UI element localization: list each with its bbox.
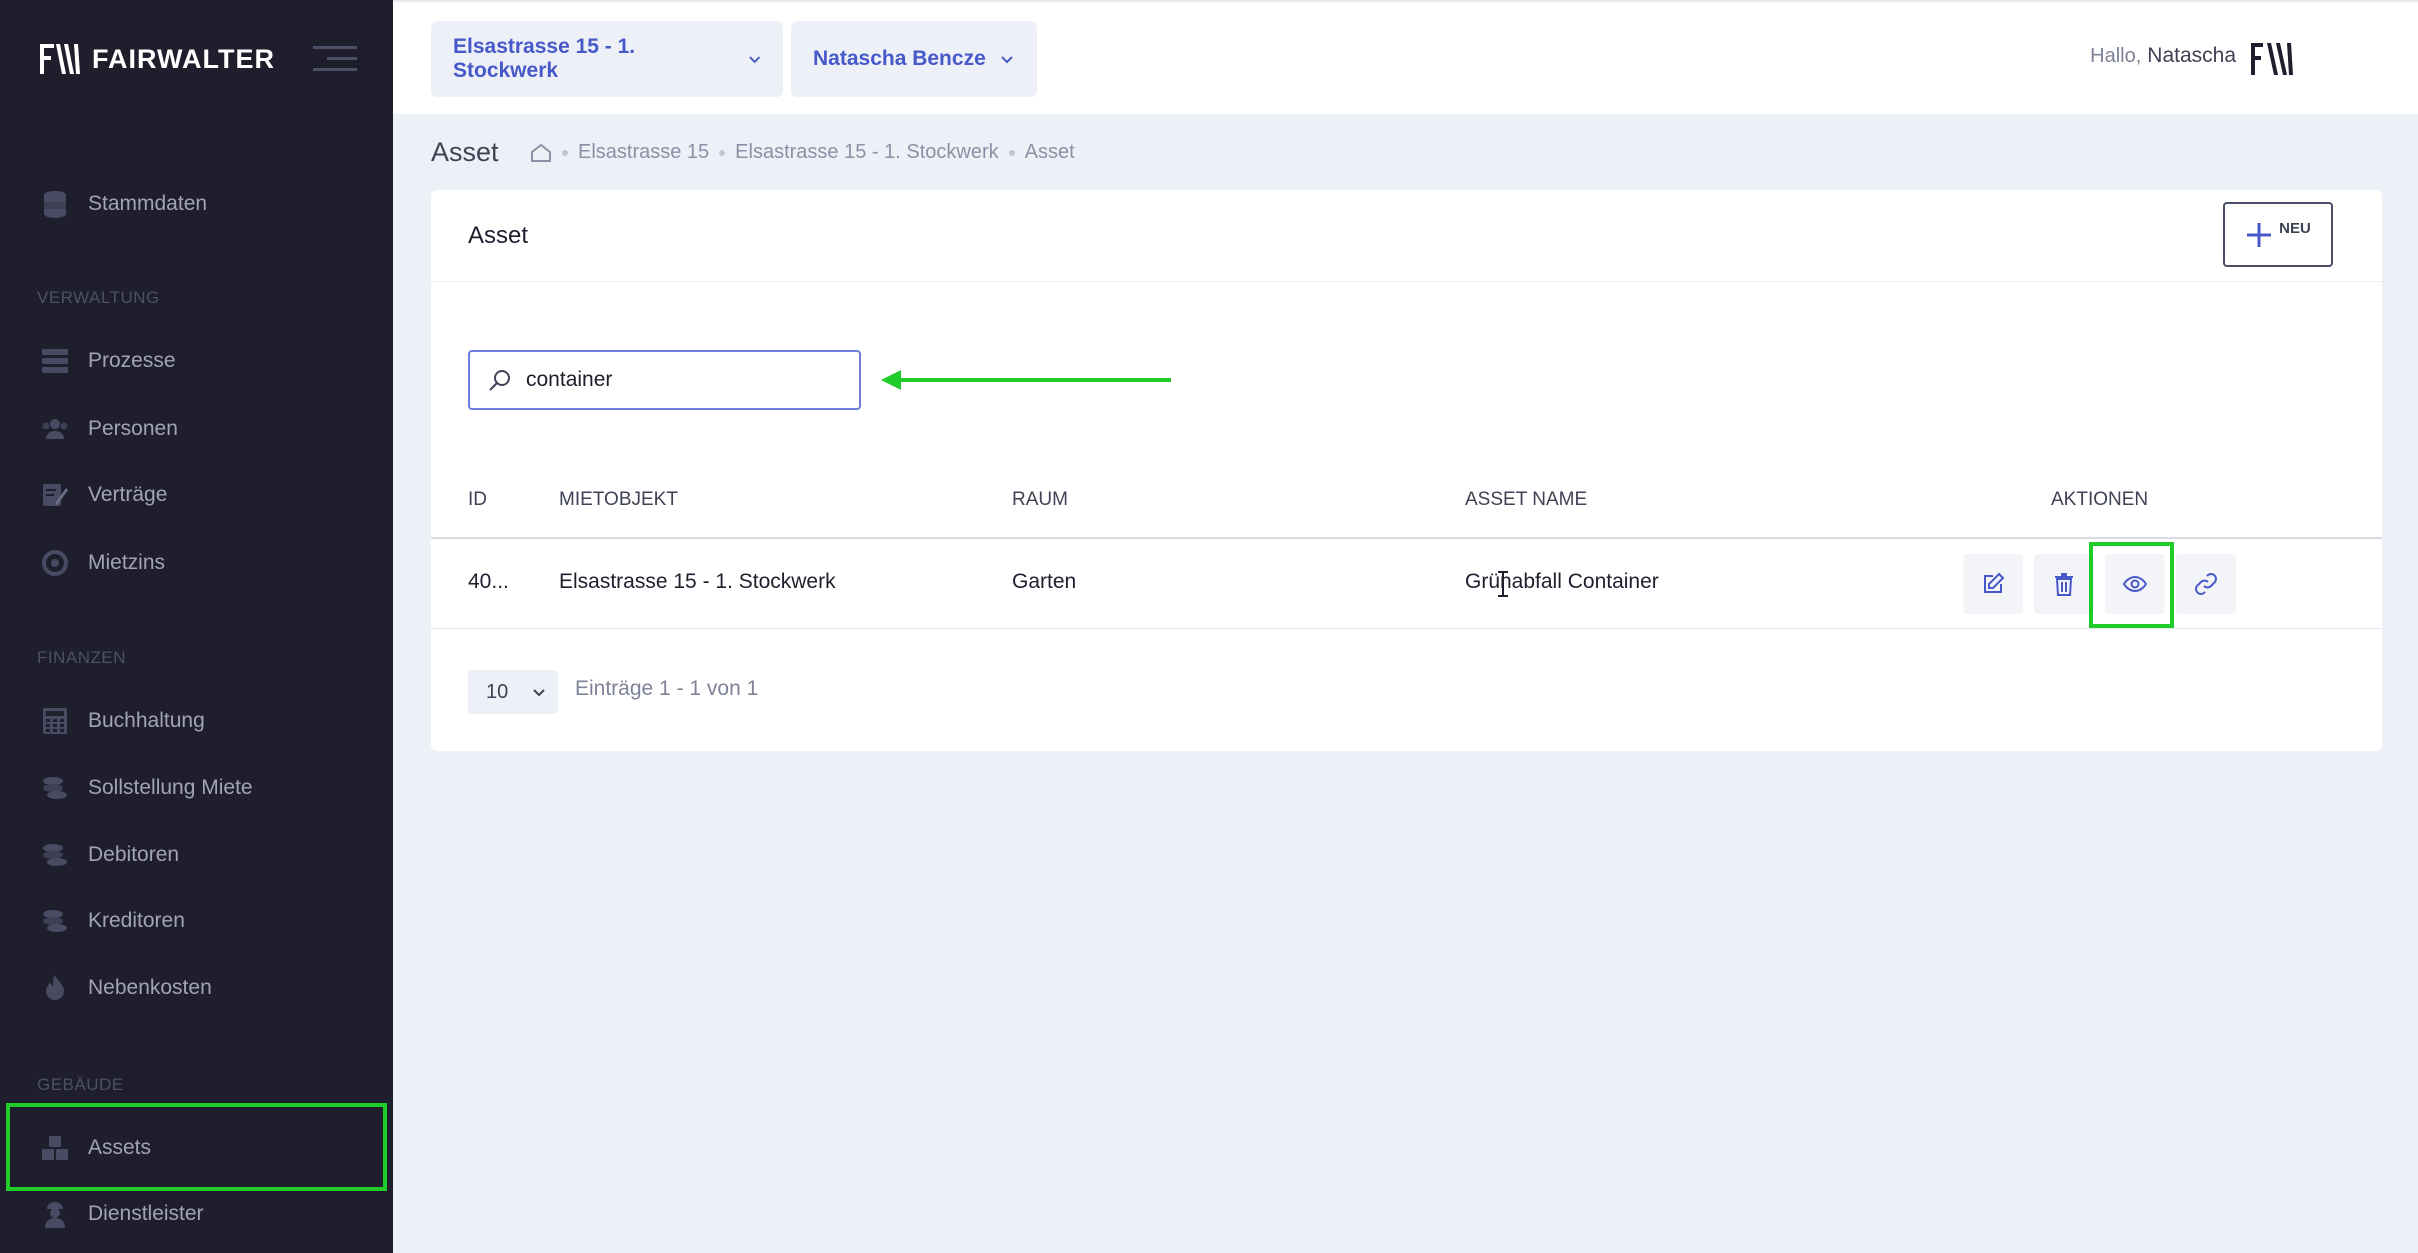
- property-select[interactable]: Elsastrasse 15 - 1. Stockwerk: [431, 21, 783, 97]
- cell-asset-name: Grünabfall Container: [1465, 570, 1659, 593]
- search-input[interactable]: [526, 368, 826, 392]
- greeting-text: Hallo,: [2090, 45, 2142, 67]
- cell-raum: Garten: [1012, 570, 1077, 593]
- contract-icon: [40, 480, 70, 510]
- sidebar-item-prozesse[interactable]: Prozesse: [0, 331, 393, 391]
- column-header-id[interactable]: ID: [468, 489, 487, 511]
- sidebar-item-label: Personen: [88, 417, 178, 440]
- assets-highlight-box: [6, 1103, 387, 1191]
- sidebar-item-label: Prozesse: [88, 349, 176, 372]
- cell-id: 40...: [468, 570, 509, 593]
- edit-icon: [1984, 572, 2005, 593]
- card-header: Asset NEU: [431, 190, 2382, 282]
- plus-icon: [2247, 222, 2272, 247]
- column-header-asset-name[interactable]: Asset Name: [1465, 489, 1587, 511]
- sidebar-item-dienstleister[interactable]: Dienstleister: [0, 1184, 393, 1244]
- sidebar-item-label: Mietzins: [88, 551, 166, 574]
- sidebar-item-vertraege[interactable]: Verträge: [0, 465, 393, 525]
- breadcrumb-item[interactable]: Elsastrasse 15 - 1. Stockwerk: [735, 141, 998, 164]
- new-button[interactable]: NEU: [2223, 202, 2333, 267]
- sidebar-item-label: Sollstellung Miete: [88, 776, 253, 799]
- chevron-down-icon: [748, 56, 760, 64]
- breadcrumb-separator: [562, 149, 568, 156]
- breadcrumb-separator: [719, 149, 726, 156]
- sidebar-item-sollstellung-miete[interactable]: Sollstellung Miete: [0, 758, 393, 818]
- chevron-down-icon: [1001, 56, 1013, 64]
- column-header-aktionen: Aktionen: [2051, 489, 2149, 510]
- column-header-raum[interactable]: Raum: [1012, 489, 1068, 511]
- sidebar-item-mietzins[interactable]: Mietzins: [0, 533, 393, 593]
- sidebar-item-label: Buchhaltung: [88, 709, 205, 732]
- user-avatar-icon[interactable]: [2251, 40, 2297, 78]
- pagination-info: Einträge 1 - 1 von 1: [575, 677, 759, 700]
- logo[interactable]: FAIRWALTER: [40, 42, 275, 76]
- sidebar-item-label: Stammdaten: [88, 192, 208, 215]
- users-icon: [40, 414, 70, 444]
- table-row-divider: [431, 628, 2382, 629]
- edit-button[interactable]: [1963, 554, 2023, 614]
- cell-mietobjekt: Elsastrasse 15 - 1. Stockwerk: [559, 570, 836, 593]
- user-name: Natascha: [2147, 44, 2236, 67]
- page-title: Asset: [431, 137, 499, 167]
- sidebar-item-label: Kreditoren: [88, 909, 185, 932]
- database-icon: [40, 189, 70, 219]
- asset-card: Asset NEU ID Mietobjekt Raum Asset Name …: [431, 190, 2382, 751]
- sidebar-item-kreditoren[interactable]: Kreditoren: [0, 891, 393, 951]
- breadcrumb-separator: [1008, 149, 1015, 156]
- coins-icon: [40, 906, 70, 936]
- view-highlight-box: [2089, 542, 2174, 628]
- sidebar-item-label: Verträge: [88, 483, 168, 506]
- sidebar-item-personen[interactable]: Personen: [0, 399, 393, 459]
- search-field[interactable]: [468, 350, 861, 410]
- table-header-divider: [431, 537, 2382, 539]
- sidebar-item-buchhaltung[interactable]: Buchhaltung: [0, 691, 393, 751]
- person-select[interactable]: Natascha Bencze: [791, 21, 1037, 97]
- green-arrow-annotation: [881, 370, 1171, 390]
- coins-icon: [40, 840, 70, 870]
- sidebar-item-nebenkosten[interactable]: Nebenkosten: [0, 958, 393, 1018]
- user-greeting[interactable]: Hallo, Natascha: [2090, 44, 2236, 68]
- sidebar-item-stammdaten[interactable]: Stammdaten: [0, 174, 393, 234]
- fairwalter-logo-icon: [40, 44, 80, 74]
- trash-icon: [2055, 573, 2073, 596]
- sidebar-item-label: Nebenkosten: [88, 976, 212, 999]
- breadcrumb-item: Asset: [1024, 141, 1075, 163]
- column-header-mietobjekt[interactable]: Mietobjekt: [559, 489, 678, 511]
- logo-text: FAIRWALTER: [92, 43, 275, 74]
- top-header: Elsastrasse 15 - 1. Stockwerk Natascha B…: [393, 0, 2418, 114]
- home-icon[interactable]: [530, 143, 552, 163]
- delete-button[interactable]: [2034, 554, 2094, 614]
- page-size-select[interactable]: 10: [468, 670, 558, 714]
- person-select-value: Natascha Bencze: [813, 47, 986, 70]
- card-title: Asset: [468, 222, 529, 249]
- breadcrumb: Elsastrasse 15 Elsastrasse 15 - 1. Stock…: [530, 141, 1075, 164]
- new-button-label: NEU: [2279, 220, 2311, 237]
- search-icon: [489, 370, 510, 391]
- worker-icon: [40, 1199, 70, 1229]
- calculator-icon: [40, 706, 70, 736]
- chevron-down-icon: [533, 689, 545, 697]
- text-cursor-icon: [1498, 571, 1508, 597]
- link-button[interactable]: [2176, 554, 2236, 614]
- sidebar-item-label: Debitoren: [88, 843, 180, 866]
- server-icon: [40, 346, 70, 376]
- breadcrumb-item[interactable]: Elsastrasse 15: [578, 141, 709, 164]
- rent-icon: [40, 548, 70, 578]
- sidebar-item-label: Dienstleister: [88, 1202, 204, 1225]
- link-icon: [2195, 573, 2217, 595]
- section-label-verwaltung: Verwaltung: [37, 288, 160, 307]
- flame-icon: [40, 973, 70, 1003]
- sidebar-item-debitoren[interactable]: Debitoren: [0, 825, 393, 885]
- section-label-gebaeude: Gebäude: [37, 1075, 124, 1094]
- page-size-value: 10: [486, 680, 509, 703]
- sidebar-toggle-icon[interactable]: [313, 44, 357, 74]
- property-select-value: Elsastrasse 15 - 1. Stockwerk: [453, 35, 636, 82]
- coins-icon: [40, 773, 70, 803]
- section-label-finanzen: Finanzen: [37, 648, 126, 667]
- sidebar: FAIRWALTER Stammdaten Verwaltung Prozess…: [0, 0, 393, 1253]
